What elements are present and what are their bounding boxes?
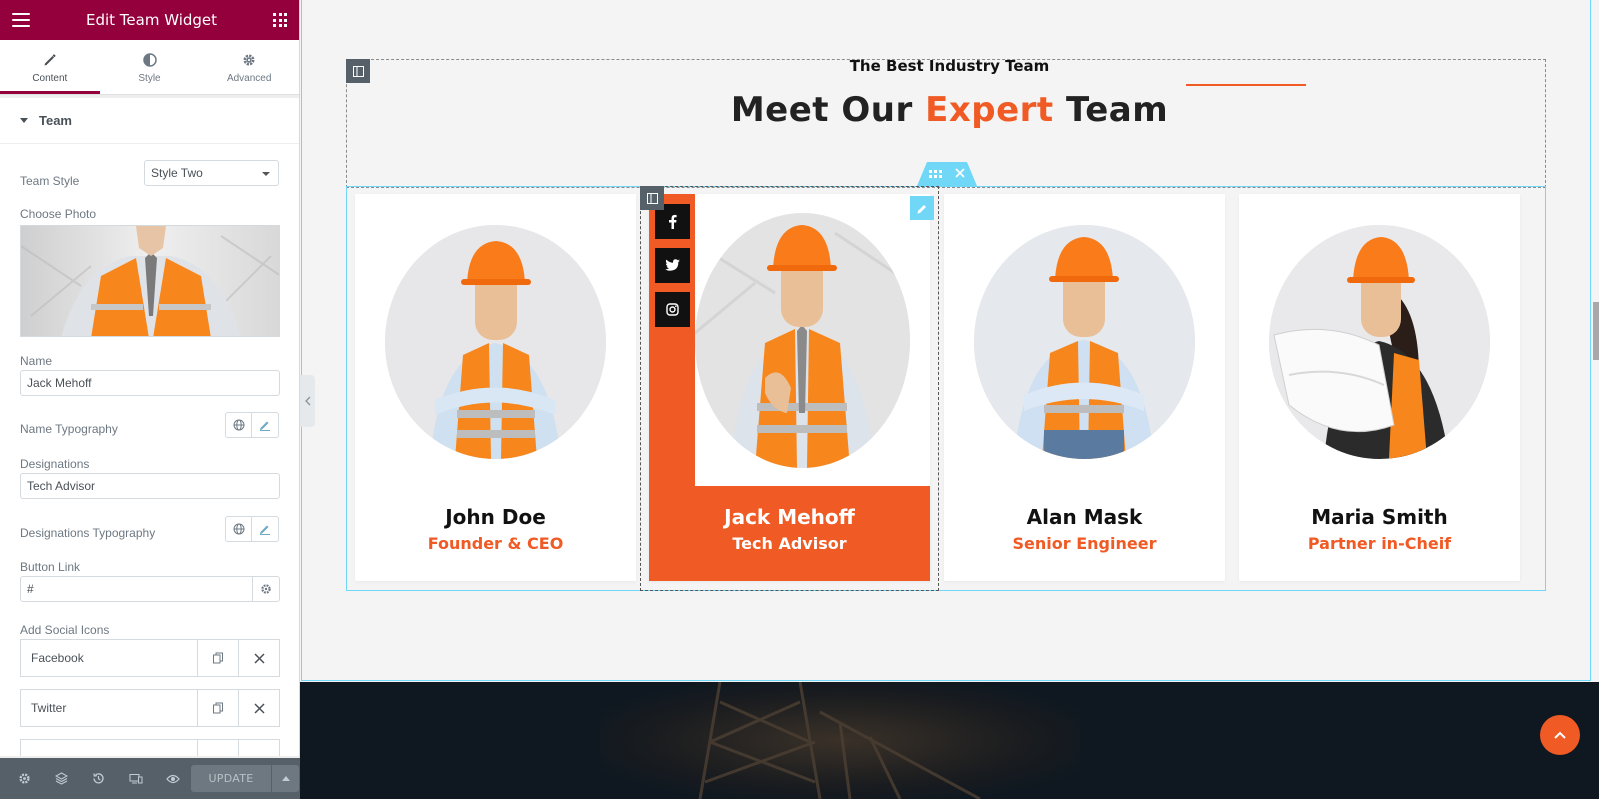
dropdown-arrow-icon [262,172,270,176]
designations-typography-label: Designations Typography [20,526,156,540]
chevron-up-icon [1554,731,1566,739]
name-typography-row: Name Typography [20,412,279,438]
section-handle[interactable] [917,162,977,186]
member-name: Maria Smith [1311,505,1448,529]
selected-widget-outline [640,186,939,591]
section-subtitle: The Best Industry Team [849,57,1050,75]
tab-content-label: Content [32,72,68,84]
team-photo [385,225,606,459]
tab-advanced-label: Advanced [226,72,272,84]
panel-tabs: Content Style Advanced [0,40,299,95]
editor-panel: Edit Team Widget Content Style Advanced … [0,0,300,799]
section-title: Meet Our Expert Team [730,90,1169,130]
button-link-label: Button Link [20,560,81,574]
panel-title: Edit Team Widget [85,11,218,29]
caret-down-icon [20,118,28,123]
member-designation: Founder & CEO [427,534,564,553]
drag-handle-icon[interactable] [929,165,943,183]
button-link-row: Button Link [20,558,279,576]
scroll-to-top-button[interactable] [1540,715,1580,755]
tab-content[interactable]: Content [0,40,100,94]
panel-footer: UPDATE [0,758,300,799]
page-preview: The Best Industry Team Meet Our Expert T… [300,0,1599,799]
designations-typography-row: Designations Typography [20,516,279,542]
duplicate-icon[interactable] [197,640,238,676]
collapse-panel-handle[interactable] [300,375,315,427]
section-toggle-team[interactable]: Team [0,98,299,144]
social-item-partial[interactable] [20,739,280,756]
name-typography-label: Name Typography [20,422,118,436]
designations-input[interactable]: Tech Advisor [20,473,280,499]
tab-advanced[interactable]: Advanced [199,40,299,94]
team-card-john-doe[interactable]: John Doe Founder & CEO [355,194,636,581]
layers-icon[interactable] [43,758,80,799]
social-icons-row: Add Social Icons [20,621,279,639]
column-handle-icon[interactable] [640,186,664,210]
edit-pencil-icon[interactable] [252,412,279,438]
scrollbar[interactable] [1593,302,1599,360]
update-button[interactable]: UPDATE [191,765,271,792]
globe-icon[interactable] [225,516,252,542]
close-icon[interactable] [238,640,279,676]
member-designation: Senior Engineer [1012,534,1157,553]
controls-area: Team Style Style Two Choose Photo Name J… [0,144,299,756]
social-item-label[interactable]: Twitter [21,690,197,726]
chevron-left-icon [304,396,310,406]
duplicate-icon[interactable] [197,690,238,726]
designations-label: Designations [20,457,90,471]
social-item-label[interactable]: Facebook [21,640,197,676]
responsive-mode-icon[interactable] [117,758,154,799]
half-circle-icon [142,51,157,69]
social-item-facebook: Facebook [20,639,280,677]
title-accent: Expert [925,90,1054,130]
name-input[interactable]: Jack Mehoff [20,370,280,396]
edit-pencil-icon[interactable] [252,516,279,542]
team-cards-row: John Doe Founder & CEO Jack Mehoff Tech … [346,186,1546,591]
add-social-icons-label: Add Social Icons [20,623,110,637]
choose-photo-label: Choose Photo [20,207,97,221]
team-card-alan-mask[interactable]: Alan Mask Senior Engineer [944,194,1225,581]
caret-up-icon[interactable] [272,765,299,792]
member-name: Alan Mask [1026,505,1143,529]
social-item-twitter: Twitter [20,689,280,727]
edit-widget-pencil-icon[interactable] [910,196,934,220]
subtitle-underline [1186,84,1306,86]
team-card-maria-smith[interactable]: Maria Smith Partner in-Cheif [1239,194,1520,581]
section-title: Team [39,113,72,128]
globe-icon[interactable] [225,412,252,438]
gear-icon [242,51,256,69]
close-icon[interactable] [238,690,279,726]
choose-photo-row: Choose Photo [20,205,279,223]
team-style-value: Style Two [151,166,203,180]
team-style-row: Team Style Style Two [20,160,279,190]
team-style-label: Team Style [20,174,80,188]
hamburger-menu-icon[interactable] [12,13,30,27]
team-photo [1269,225,1490,459]
next-section-background [300,682,1599,799]
member-designation: Partner in-Cheif [1307,534,1452,553]
team-style-select[interactable]: Style Two [144,160,279,186]
settings-gear-icon[interactable] [6,758,43,799]
member-name: John Doe [445,505,546,529]
name-row: Name [20,352,279,370]
tab-style-label: Style [138,72,161,84]
team-photo [974,225,1195,459]
panel-header: Edit Team Widget [0,0,299,40]
history-icon[interactable] [80,758,117,799]
delete-section-icon[interactable] [955,165,965,183]
button-link-input[interactable]: # [20,576,253,602]
link-settings-gear-icon[interactable] [253,576,280,602]
tab-style[interactable]: Style [100,40,200,94]
photo-preview[interactable] [20,225,280,337]
widgets-grid-icon[interactable] [273,13,287,27]
designations-row: Designations [20,455,279,473]
construction-crane-image [698,682,981,799]
name-label: Name [20,354,53,368]
preview-eye-icon[interactable] [154,758,191,799]
pencil-icon [43,51,57,69]
